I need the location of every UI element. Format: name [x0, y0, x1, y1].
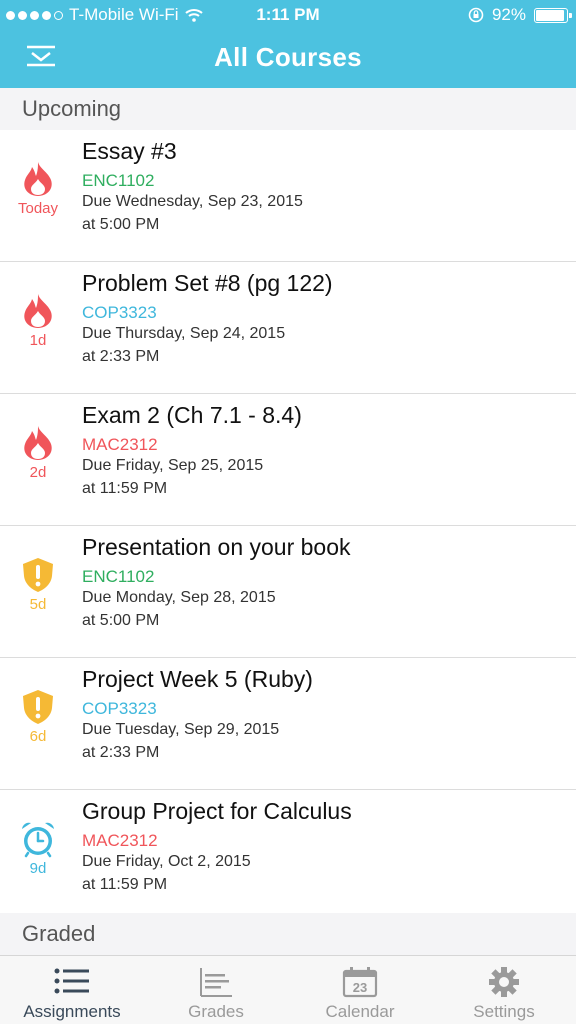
battery-percent: 92% [491, 5, 526, 24]
assignment-list: Today Essay #3 ENC1102 Due Wednesday, Se… [0, 130, 576, 921]
course-code: COP3323 [82, 699, 157, 718]
calendar-icon: 23 [342, 967, 378, 998]
due-time: at 2:33 PM [82, 744, 160, 761]
tab-label: Calendar [325, 1002, 395, 1021]
status-bar: T-Mobile Wi-Fi 1:11 PM 92% [0, 0, 576, 30]
course-code: ENC1102 [82, 171, 155, 190]
due-badge: 1d [0, 292, 76, 349]
due-badge: 6d [0, 688, 76, 745]
days-left-label: 1d [29, 332, 47, 349]
due-badge: 5d [0, 556, 76, 613]
flame-icon [24, 426, 52, 460]
days-left-label: 5d [29, 596, 47, 613]
tab-label: Grades [188, 1002, 244, 1021]
days-left-label: 9d [29, 860, 47, 877]
page-title[interactable]: All Courses [0, 42, 576, 73]
warning-shield-icon [23, 558, 53, 592]
due-date: Due Wednesday, Sep 23, 2015 [82, 193, 303, 210]
battery-info: 92% [468, 5, 572, 25]
assignment-row[interactable]: 2d Exam 2 (Ch 7.1 - 8.4) MAC2312 Due Fri… [0, 394, 576, 526]
course-code: ENC1102 [82, 567, 155, 586]
flame-icon [24, 162, 52, 196]
gear-icon [489, 967, 519, 997]
course-code: MAC2312 [82, 831, 158, 850]
warning-shield-icon [23, 690, 53, 724]
due-date: Due Tuesday, Sep 29, 2015 [82, 721, 280, 738]
assignment-title: Exam 2 (Ch 7.1 - 8.4) [82, 402, 302, 428]
due-date: Due Friday, Sep 25, 2015 [82, 457, 264, 474]
due-badge: 2d [0, 424, 76, 481]
calendar-day: 23 [353, 980, 367, 995]
tab-bar: Assignments Grades 23 Calendar Settings [0, 955, 576, 1024]
assignment-title: Group Project for Calculus [82, 798, 352, 824]
tab-label: Settings [473, 1002, 535, 1021]
due-time: at 11:59 PM [82, 876, 168, 893]
app-header: T-Mobile Wi-Fi 1:11 PM 92% All Courses [0, 0, 576, 88]
course-code: MAC2312 [82, 435, 158, 454]
due-date: Due Friday, Oct 2, 2015 [82, 853, 251, 870]
assignment-row[interactable]: 6d Project Week 5 (Ruby) COP3323 Due Tue… [0, 658, 576, 790]
days-left-label: 6d [29, 728, 47, 745]
grades-icon [200, 968, 232, 997]
tab-settings[interactable]: Settings [432, 956, 576, 1024]
due-time: at 2:33 PM [82, 348, 160, 365]
assignment-title: Project Week 5 (Ruby) [82, 666, 313, 692]
battery-level [536, 9, 564, 21]
tab-assignments[interactable]: Assignments [0, 956, 144, 1024]
tab-calendar[interactable]: 23 Calendar [288, 956, 432, 1024]
section-graded: Graded [0, 913, 576, 955]
assignment-title: Essay #3 [82, 138, 177, 164]
assignment-title: Presentation on your book [82, 534, 351, 560]
due-time: at 11:59 PM [82, 480, 168, 497]
assignment-row[interactable]: 5d Presentation on your book ENC1102 Due… [0, 526, 576, 658]
tab-grades[interactable]: Grades [144, 956, 288, 1024]
assignment-title: Problem Set #8 (pg 122) [82, 270, 333, 296]
due-badge: 9d [0, 820, 76, 877]
due-date: Due Monday, Sep 28, 2015 [82, 589, 276, 606]
rotation-lock-icon [468, 7, 484, 23]
section-upcoming: Upcoming [0, 88, 576, 130]
alarm-clock-icon [22, 822, 54, 858]
assignment-row[interactable]: 1d Problem Set #8 (pg 122) COP3323 Due T… [0, 262, 576, 394]
list-icon [54, 968, 89, 994]
due-badge: Today [0, 160, 76, 217]
due-time: at 5:00 PM [82, 216, 160, 233]
days-left-label: Today [17, 200, 59, 217]
course-code: COP3323 [82, 303, 157, 322]
due-time: at 5:00 PM [82, 612, 160, 629]
assignment-row[interactable]: Today Essay #3 ENC1102 Due Wednesday, Se… [0, 130, 576, 262]
flame-icon [24, 294, 52, 328]
due-date: Due Thursday, Sep 24, 2015 [82, 325, 286, 342]
days-left-label: 2d [29, 464, 47, 481]
assignment-row[interactable]: 9d Group Project for Calculus MAC2312 Du… [0, 790, 576, 921]
battery-icon [534, 7, 572, 23]
tab-label: Assignments [23, 1002, 121, 1021]
